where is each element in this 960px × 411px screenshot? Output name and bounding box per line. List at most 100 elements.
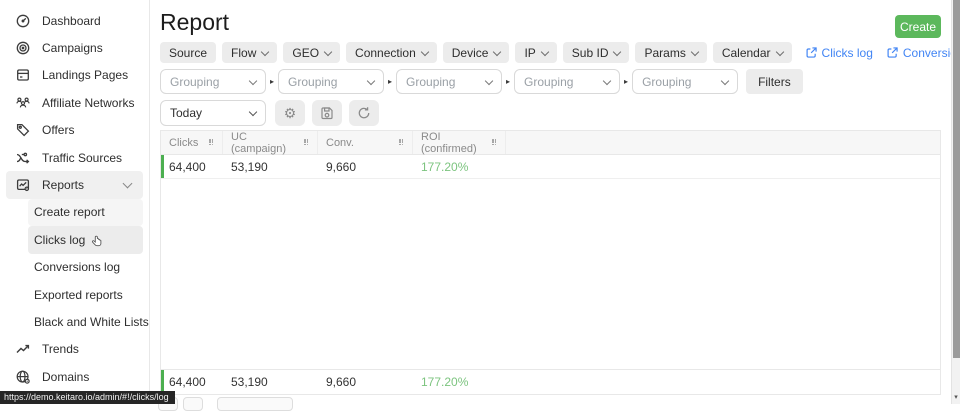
summary-uc-campaign: 53,190 <box>223 375 318 389</box>
sidebar-subitem-clicks-log[interactable]: Clicks log <box>28 226 143 253</box>
filter-chip-device[interactable]: Device <box>443 42 510 63</box>
drag-handle-icon[interactable] <box>492 139 497 146</box>
chevron-down-icon <box>249 76 257 84</box>
landings-pages-icon <box>14 67 31 84</box>
scrollbar-down-arrow-icon[interactable] <box>952 393 960 401</box>
pagination-button[interactable] <box>183 397 203 411</box>
summary-roi-confirmed: 177.20% <box>413 375 506 389</box>
sidebar-item-dashboard[interactable]: Dashboard <box>6 7 143 34</box>
status-bar-url: https://demo.keitaro.io/admin/#!/clicks/… <box>0 391 175 404</box>
hand-cursor-icon <box>90 234 103 248</box>
chevron-down-icon <box>123 179 133 189</box>
chevron-down-icon <box>721 76 729 84</box>
grouping-select-1[interactable]: Grouping <box>160 69 266 94</box>
filter-chip-source[interactable]: Source <box>160 42 216 63</box>
cell-clicks: 64,400 <box>161 160 223 174</box>
sidebar-item-reports[interactable]: Reports <box>6 171 143 198</box>
campaigns-icon <box>14 40 31 57</box>
drag-handle-icon[interactable] <box>304 139 309 146</box>
chevron-down-icon <box>541 47 549 55</box>
vertical-scrollbar[interactable] <box>951 0 960 404</box>
column-header-filler <box>506 131 940 154</box>
filter-chip-sub-id[interactable]: Sub ID <box>563 42 630 63</box>
drag-handle-icon[interactable] <box>209 139 214 146</box>
grouping-select-2[interactable]: Grouping <box>278 69 384 94</box>
chevron-down-icon <box>249 108 257 116</box>
dashboard-icon <box>14 12 31 29</box>
filter-chip-connection[interactable]: Connection <box>346 42 437 63</box>
column-header-clicks[interactable]: Clicks <box>161 131 223 154</box>
domains-icon <box>14 368 31 385</box>
offers-icon <box>14 122 31 139</box>
sidebar: Dashboard Campaigns Landings Pages Affil… <box>0 0 150 404</box>
filters-button[interactable]: Filters <box>746 69 803 94</box>
sidebar-item-landings-pages[interactable]: Landings Pages <box>6 62 143 89</box>
scrollbar-thumb[interactable] <box>953 0 960 358</box>
cell-uc-campaign: 53,190 <box>223 160 318 174</box>
page-size-select[interactable] <box>217 397 293 411</box>
sidebar-subitem-exported-reports[interactable]: Exported reports <box>28 281 143 308</box>
cell-roi-confirmed: 177.20% <box>413 160 506 174</box>
filter-chip-calendar[interactable]: Calendar <box>713 42 792 63</box>
refresh-button[interactable] <box>349 100 379 126</box>
chevron-down-icon <box>261 47 269 55</box>
external-link-icon <box>806 47 817 58</box>
chevron-down-icon <box>775 47 783 55</box>
sidebar-subitem-conversions-log[interactable]: Conversions log <box>28 254 143 281</box>
table-summary-row: 64,400 53,190 9,660 177.20% <box>161 369 940 394</box>
column-header-conv[interactable]: Conv. <box>318 131 413 154</box>
external-link-icon <box>887 47 898 58</box>
sidebar-item-offers[interactable]: Offers <box>6 117 143 144</box>
page-title: Report <box>160 9 229 36</box>
sidebar-subitem-create-report[interactable]: Create report <box>28 199 143 226</box>
filter-chip-params[interactable]: Params <box>635 42 706 63</box>
conversions-log-link[interactable]: Conversions log <box>887 46 960 60</box>
sidebar-item-domains[interactable]: Domains <box>6 363 143 390</box>
grouping-row: Grouping Grouping Grouping Grouping Grou… <box>160 69 803 94</box>
toolbar-row: Today ⚙ <box>160 100 386 126</box>
arrow-right-separator <box>270 78 274 86</box>
chevron-down-icon <box>613 47 621 55</box>
column-header-roi-confirmed[interactable]: ROI (confirmed) <box>413 131 506 154</box>
drag-handle-icon[interactable] <box>399 139 404 146</box>
affiliate-networks-icon <box>14 94 31 111</box>
sidebar-item-traffic-sources[interactable]: Traffic Sources <box>6 144 143 171</box>
clicks-log-link[interactable]: Clicks log <box>806 46 873 60</box>
chevron-down-icon <box>603 76 611 84</box>
sidebar-subitem-black-and-white-lists[interactable]: Black and White Lists <box>28 308 143 335</box>
chevron-down-icon <box>324 47 332 55</box>
chevron-down-icon <box>367 76 375 84</box>
chevron-down-icon <box>485 76 493 84</box>
arrow-right-separator <box>624 78 628 86</box>
table-row[interactable]: 64,400 53,190 9,660 177.20% <box>161 155 940 179</box>
table-header: Clicks UC (campaign) Conv. ROI (confirme… <box>161 131 940 155</box>
chevron-down-icon <box>421 47 429 55</box>
column-header-uc-campaign[interactable]: UC (campaign) <box>223 131 318 154</box>
traffic-sources-icon <box>14 149 31 166</box>
grouping-select-3[interactable]: Grouping <box>396 69 502 94</box>
filter-chip-geo[interactable]: GEO <box>283 42 340 63</box>
arrow-right-separator <box>506 78 510 86</box>
trends-icon <box>14 341 31 358</box>
settings-button[interactable]: ⚙ <box>275 100 305 126</box>
grouping-select-4[interactable]: Grouping <box>514 69 620 94</box>
grouping-select-5[interactable]: Grouping <box>632 69 738 94</box>
gear-icon: ⚙ <box>284 106 297 120</box>
row-accent-bar <box>161 155 164 178</box>
sidebar-item-affiliate-networks[interactable]: Affiliate Networks <box>6 89 143 116</box>
chevron-down-icon <box>493 47 501 55</box>
arrow-right-separator <box>388 78 392 86</box>
save-report-button[interactable] <box>312 100 342 126</box>
filter-chips-row: Source Flow GEO Connection Device IP Sub… <box>160 42 960 63</box>
sidebar-item-campaigns[interactable]: Campaigns <box>6 34 143 61</box>
filter-chip-ip[interactable]: IP <box>515 42 556 63</box>
sidebar-item-trends[interactable]: Trends <box>6 336 143 363</box>
refresh-icon <box>357 106 371 120</box>
create-button[interactable]: Create <box>895 15 941 38</box>
chevron-down-icon <box>691 47 699 55</box>
filter-chip-flow[interactable]: Flow <box>222 42 277 63</box>
reports-icon <box>14 177 31 194</box>
date-range-select[interactable]: Today <box>160 100 266 126</box>
main-content: Report Create Source Flow GEO Connection… <box>150 0 960 404</box>
cell-conv: 9,660 <box>318 160 413 174</box>
